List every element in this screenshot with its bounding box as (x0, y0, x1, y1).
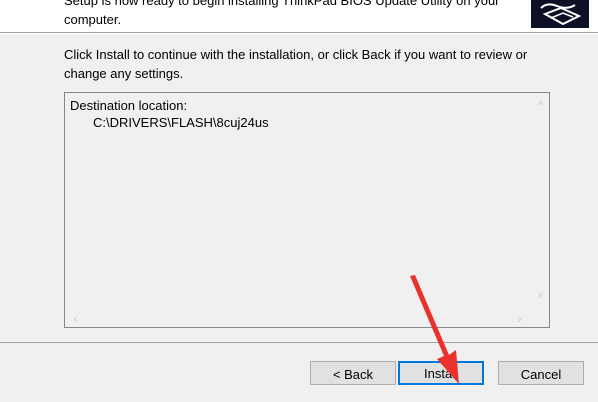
scroll-down-icon[interactable]: ˅ (532, 290, 549, 300)
memo-heading: Destination location: (70, 98, 188, 113)
instructions-text: Click Install to continue with the insta… (64, 47, 528, 81)
scroll-left-icon[interactable]: ‹ (67, 313, 84, 325)
install-button[interactable]: Install (398, 361, 484, 385)
horizontal-scrollbar[interactable]: ‹ › (65, 310, 532, 327)
vertical-scrollbar[interactable]: ˄ ˅ (532, 93, 549, 310)
header-description: Setup is now ready to begin installing T… (64, 0, 500, 27)
destination-path: C:\DRIVERS\FLASH\8cuj24us (93, 115, 269, 130)
ready-memo-box[interactable]: Destination location: C:\DRIVERS\FLASH\8c… (64, 92, 550, 328)
scrollbar-corner (532, 310, 549, 327)
scroll-right-icon[interactable]: › (511, 313, 528, 325)
back-button[interactable]: < Back (310, 361, 396, 385)
installer-logo-icon (531, 0, 589, 28)
wizard-header: Setup is now ready to begin installing T… (0, 0, 598, 32)
memo-content: Destination location: C:\DRIVERS\FLASH\8c… (70, 97, 269, 131)
scroll-up-icon[interactable]: ˄ (532, 98, 549, 108)
cancel-button[interactable]: Cancel (498, 361, 584, 385)
